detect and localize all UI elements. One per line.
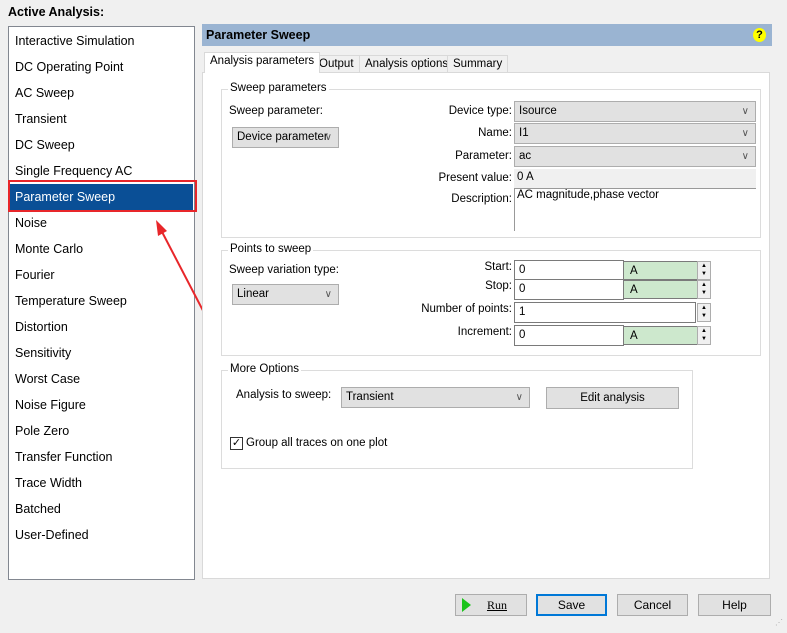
dropdown-value: Linear <box>237 288 269 300</box>
help-button[interactable]: Help <box>698 594 771 616</box>
dropdown-value: Isource <box>519 105 557 117</box>
parameter-label: Parameter: <box>455 150 512 162</box>
stop-unit[interactable]: A <box>624 280 697 299</box>
cancel-button[interactable]: Cancel <box>617 594 688 616</box>
play-icon <box>462 598 471 612</box>
tab-summary[interactable]: Summary <box>447 55 509 73</box>
start-unit[interactable]: A <box>624 261 697 280</box>
group-traces-label: Group all traces on one plot <box>246 437 388 449</box>
increment-label: Increment: <box>457 326 512 338</box>
more-options-group: More Options <box>221 363 693 469</box>
group-title: Sweep parameters <box>228 82 329 94</box>
increment-input[interactable]: 0 <box>514 325 624 346</box>
arrow-head <box>156 220 167 236</box>
increment-spinner[interactable]: ▲ ▼ <box>697 326 711 345</box>
num-points-spinner[interactable]: ▲ ▼ <box>697 303 711 322</box>
device-type-dropdown[interactable]: Isource ∨ <box>514 101 756 122</box>
parameter-dropdown[interactable]: ac ∨ <box>514 146 756 167</box>
num-points-label: Number of points: <box>421 303 512 315</box>
dropdown-value: Transient <box>346 391 394 403</box>
present-value: 0 A <box>514 169 756 188</box>
num-points-input[interactable]: 1 <box>514 302 696 323</box>
increment-unit[interactable]: A <box>624 326 697 345</box>
start-input[interactable]: 0 <box>514 260 624 281</box>
save-button[interactable]: Save <box>536 594 607 616</box>
question-mark-icon[interactable]: ? <box>753 28 766 42</box>
stop-input[interactable]: 0 <box>514 279 624 300</box>
resize-grip[interactable]: ⋰ <box>775 619 785 631</box>
chevron-down-icon: ∨ <box>741 151 749 162</box>
analysis-to-sweep-dropdown[interactable]: Transient ∨ <box>341 387 530 408</box>
variation-label: Sweep variation type: <box>229 264 339 276</box>
tab-analysis-parameters[interactable]: Analysis parameters <box>204 52 321 73</box>
page-title: Parameter Sweep ? <box>202 24 772 46</box>
group-title: Points to sweep <box>228 243 314 255</box>
description-field: AC magnitude,phase vector <box>514 188 756 231</box>
variation-dropdown[interactable]: Linear ∨ <box>232 284 339 305</box>
present-value-label: Present value: <box>438 172 512 184</box>
run-label: Run <box>486 598 507 612</box>
group-title: More Options <box>228 363 302 375</box>
group-traces-checkbox[interactable]: ✓ <box>230 437 243 450</box>
device-type-label: Device type: <box>448 105 512 117</box>
name-label: Name: <box>478 127 512 139</box>
name-dropdown[interactable]: I1 ∨ <box>514 123 756 144</box>
sweep-parameter-dropdown[interactable]: Device parameter ∨ <box>232 127 339 148</box>
chevron-down-icon: ∨ <box>741 106 749 117</box>
description-label: Description: <box>451 193 512 205</box>
chevron-down-icon: ∨ <box>324 289 332 300</box>
stop-label: Stop: <box>485 280 512 292</box>
dropdown-value: I1 <box>519 127 529 139</box>
stop-spinner[interactable]: ▲ ▼ <box>697 280 711 299</box>
sweep-parameter-label: Sweep parameter: <box>229 105 323 117</box>
start-label: Start: <box>484 261 512 273</box>
analysis-to-sweep-label: Analysis to sweep: <box>236 389 332 401</box>
edit-analysis-button[interactable]: Edit analysis <box>546 387 679 409</box>
chevron-down-icon: ∨ <box>741 128 749 139</box>
dropdown-value: Device parameter <box>237 131 328 143</box>
chevron-down-icon: ∨ <box>515 392 523 403</box>
start-spinner[interactable]: ▲ ▼ <box>697 261 711 280</box>
run-button[interactable]: Run <box>455 594 527 616</box>
tab-analysis-options[interactable]: Analysis options <box>359 55 455 73</box>
title-text: Parameter Sweep <box>206 28 311 42</box>
chevron-down-icon: ∨ <box>324 132 332 143</box>
dropdown-value: ac <box>519 150 532 162</box>
